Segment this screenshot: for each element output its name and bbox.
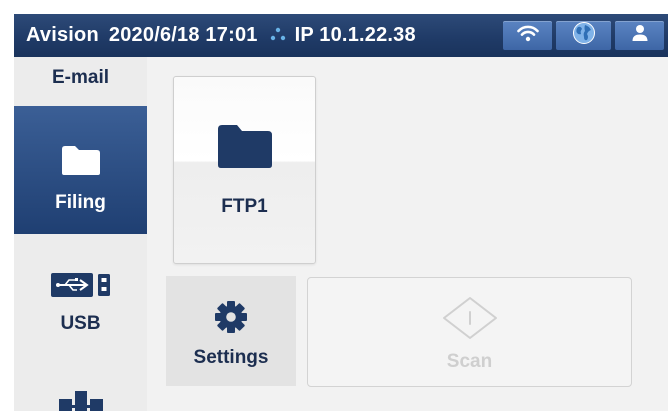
start-diamond-icon [441,296,499,345]
sidebar-item-network-share[interactable] [14,369,147,411]
folder-icon [217,123,273,174]
status-buttons [503,21,664,50]
scan-button[interactable]: Scan [307,277,632,387]
network-icon [270,24,286,47]
destination-label: FTP1 [221,196,268,217]
settings-button[interactable]: Settings [166,276,296,386]
date-time: 2020/6/18 17:01 [108,24,258,46]
wifi-button[interactable] [503,21,552,50]
screen-frame: Avision 2020/6/18 17:01 IP 10.1.22.38 E-… [14,14,668,411]
sidebar-item-email[interactable]: E-mail [14,57,147,106]
usb-icon [50,273,111,303]
destination-tile-ftp1[interactable]: FTP1 [173,76,316,264]
status-info: Avision 2020/6/18 17:01 IP 10.1.22.38 [26,24,416,47]
scan-label: Scan [446,351,493,372]
ip-address: IP 10.1.22.38 [294,24,416,46]
network-share-icon [58,391,103,411]
globe-button[interactable] [556,21,611,50]
wifi-icon [516,25,539,47]
user-icon [631,24,649,47]
sidebar-item-label: Filing [55,192,106,213]
user-button[interactable] [615,21,664,50]
gear-icon [214,300,248,339]
brand-name: Avision [26,24,99,46]
globe-icon [572,21,596,50]
sidebar-item-filing[interactable]: Filing [14,106,147,234]
folder-icon [61,144,101,182]
sidebar-item-label: USB [60,313,101,334]
status-bar: Avision 2020/6/18 17:01 IP 10.1.22.38 [14,14,668,57]
sidebar: E-mail Filing USB [14,57,147,411]
settings-label: Settings [193,347,269,368]
sidebar-item-label: E-mail [51,67,110,88]
sidebar-item-usb[interactable]: USB [14,234,147,364]
